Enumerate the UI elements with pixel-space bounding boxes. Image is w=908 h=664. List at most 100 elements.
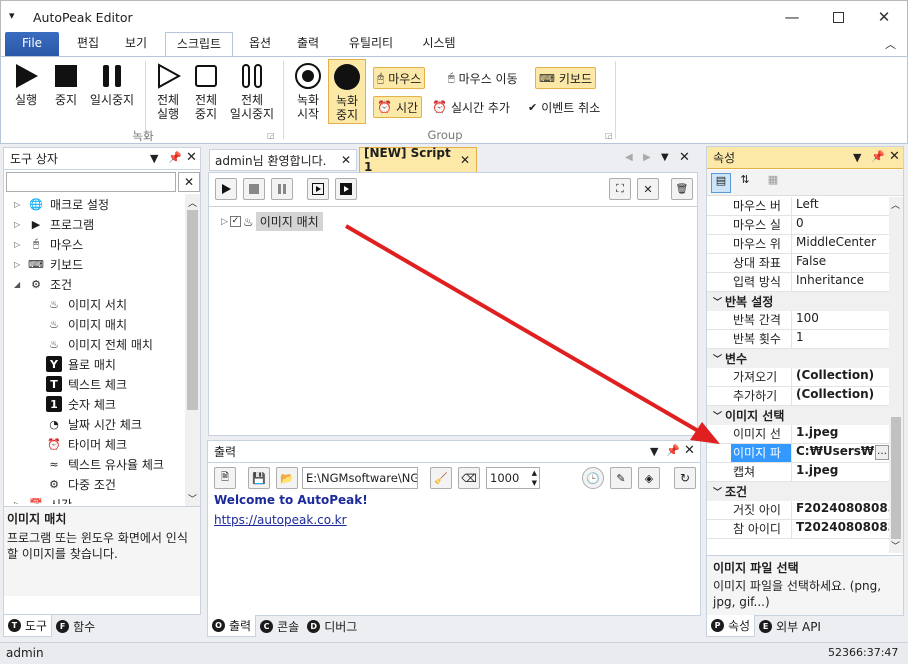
property-value[interactable]: MiddleCenter [791, 235, 889, 253]
alphabetical-sort-icon[interactable]: ⇅ [735, 173, 755, 193]
property-row[interactable]: 반복 간격 100 [707, 311, 889, 330]
property-row[interactable]: 반복 횟수 1 [707, 330, 889, 349]
output-erase-button[interactable]: ⌫ [458, 467, 480, 489]
tab-script1[interactable]: [NEW] Script 1 ✕ [359, 146, 477, 174]
panel-close-icon[interactable]: ✕ [889, 149, 900, 164]
tab-console[interactable]: C 콘솔 [256, 615, 303, 637]
close-button[interactable]: ✕ [861, 1, 907, 33]
dialog-launcher-icon[interactable]: ◲ [267, 131, 275, 140]
tab-tools[interactable]: T 도구 [3, 615, 53, 637]
property-value[interactable]: F2024080808505 [791, 501, 889, 519]
script-tree-node[interactable]: ▷ ✓ ♨ 이미지 매치 [221, 212, 323, 231]
pin-icon[interactable]: 📌 [666, 444, 680, 457]
pin-icon[interactable]: 📌 [871, 150, 885, 163]
search-clear-icon[interactable]: ✕ [178, 172, 200, 192]
panel-close-icon[interactable]: ✕ [186, 150, 197, 165]
tab-script[interactable]: 스크립트 [165, 32, 233, 57]
toolbox-item[interactable]: ≈ 텍스트 유사율 체크 [4, 454, 184, 474]
categorized-view-icon[interactable]: ▤ [711, 173, 731, 193]
script-run-button[interactable] [215, 178, 237, 200]
time-record-button[interactable]: ⏰ 시간 [373, 96, 423, 118]
output-path-input[interactable]: E:\NGMsoftware\NG [302, 467, 418, 489]
property-row[interactable]: 캡쳐 1.jpeg [707, 463, 889, 482]
toolbox-item[interactable]: ⏰ 타이머 체크 [4, 434, 184, 454]
expand-all-button[interactable]: ⛶ [609, 178, 631, 200]
realtime-add-button[interactable]: ⏰ 실시간 추가 [429, 96, 513, 118]
keyboard-record-button[interactable]: ⌨ 키보드 [535, 67, 597, 89]
expand-arrow-icon[interactable]: ◢ [14, 280, 26, 289]
toolbox-item[interactable]: ♨ 이미지 서치 [4, 294, 184, 314]
output-clean-button[interactable]: 🧹 [430, 467, 452, 489]
property-value[interactable]: (Collection) [791, 368, 889, 386]
tab-functions[interactable]: F 함수 [52, 615, 99, 637]
collapse-arrow-icon[interactable]: ﹀ [707, 295, 725, 308]
scroll-down-icon[interactable]: ﹀ [891, 539, 900, 552]
property-row[interactable]: 마우스 실 0 [707, 216, 889, 235]
pin-icon[interactable]: 📌 [168, 151, 182, 164]
tab-properties[interactable]: P 속성 [706, 615, 756, 637]
property-row[interactable]: 거짓 아이 F2024080808505 [707, 501, 889, 520]
stop-all-button[interactable]: 전체 중지 [187, 61, 225, 121]
property-row[interactable]: 추가하기 (Collection) [707, 387, 889, 406]
record-start-button[interactable]: 녹화 시작 [289, 61, 327, 121]
toolbox-item[interactable]: ◔ 날짜 시간 체크 [4, 414, 184, 434]
script-stop-button[interactable] [243, 178, 265, 200]
tab-file[interactable]: File [5, 32, 59, 56]
property-value[interactable]: C:₩Users₩ngs [791, 444, 875, 462]
property-value[interactable]: 1.jpeg [791, 463, 889, 481]
output-link[interactable]: https://autopeak.co.kr [214, 513, 347, 527]
output-clock-button[interactable]: 🕒 [582, 467, 604, 489]
property-row[interactable]: 가져오기 (Collection) [707, 368, 889, 387]
output-pen-button[interactable]: ✎ [610, 467, 632, 489]
property-value[interactable]: 100 [791, 311, 889, 329]
property-category[interactable]: ﹀ 이미지 선택 [707, 406, 889, 425]
scroll-thumb[interactable] [891, 417, 901, 539]
property-value[interactable]: (Collection) [791, 387, 889, 405]
tab-output[interactable]: 출력 [285, 32, 331, 56]
property-value[interactable]: 0 [791, 216, 889, 234]
property-category[interactable]: ﹀ 반복 설정 [707, 292, 889, 311]
toolbox-scrollbar[interactable]: ︿ ﹀ [185, 194, 200, 506]
toolbox-item[interactable]: ♨ 이미지 전체 매치 [4, 334, 184, 354]
collapse-ribbon-icon[interactable]: ︿ [885, 36, 896, 52]
expand-arrow-icon[interactable]: ▷ [14, 220, 26, 229]
toolbox-item[interactable]: ▷📅 시간 [4, 494, 184, 505]
property-row[interactable]: 마우스 버 Left [707, 197, 889, 216]
tab-list-icon[interactable]: ▼ [661, 152, 669, 163]
scroll-up-icon[interactable]: ︿ [188, 196, 197, 209]
expand-arrow-icon[interactable]: ▷ [221, 217, 228, 227]
output-delay-spinner[interactable]: 1000 ▲ ▼ [486, 467, 540, 489]
toolbox-item[interactable]: ▷ ▶ 프로그램 [4, 214, 184, 234]
event-cancel-button[interactable]: ✔ 이벤트 취소 [525, 96, 603, 118]
panel-dropdown-icon[interactable]: ▼ [650, 445, 658, 458]
collapse-arrow-icon[interactable]: ﹀ [707, 485, 725, 498]
output-fill-button[interactable]: ◈ [638, 467, 660, 489]
pause-button[interactable]: 일시중지 [87, 61, 137, 107]
script-step-over-button[interactable] [335, 178, 357, 200]
toolbox-item[interactable]: ♨ 이미지 매치 [4, 314, 184, 334]
property-value[interactable]: 1 [791, 330, 889, 348]
properties-scrollbar[interactable]: ︿ ﹀ [889, 197, 903, 553]
run-button[interactable]: 실행 [7, 61, 45, 107]
output-refresh-button[interactable]: ↻ [674, 467, 696, 489]
script-step-button[interactable] [307, 178, 329, 200]
property-value[interactable]: Left [791, 197, 889, 215]
tab-view[interactable]: 보기 [113, 32, 159, 56]
panel-close-icon[interactable]: ✕ [684, 443, 695, 458]
expand-arrow-icon[interactable]: ▷ [14, 500, 26, 505]
scroll-down-icon[interactable]: ﹀ [188, 492, 197, 505]
editor-close-icon[interactable]: ✕ [679, 150, 690, 165]
node-checkbox[interactable]: ✓ [229, 216, 241, 227]
toolbox-item[interactable]: T 텍스트 체크 [4, 374, 184, 394]
property-row[interactable]: 입력 방식 Inheritance [707, 273, 889, 292]
output-save-button[interactable]: 💾 [248, 467, 270, 489]
property-row[interactable]: 이미지 선 1.jpeg [707, 425, 889, 444]
property-value[interactable]: 1.jpeg [791, 425, 889, 443]
property-pages-icon[interactable]: ▦ [763, 173, 783, 193]
mouse-record-button[interactable]: 🖰 마우스 [373, 67, 426, 89]
toolbox-item[interactable]: ▷ 🌐 매크로 설정 [4, 194, 184, 214]
pause-all-button[interactable]: 전체 일시중지 [227, 61, 277, 121]
property-row[interactable]: 이미지 파C:₩Users₩ngs… [707, 444, 889, 463]
property-category[interactable]: ﹀ 조건 [707, 482, 889, 501]
output-new-button[interactable]: 🗎 [214, 467, 236, 489]
